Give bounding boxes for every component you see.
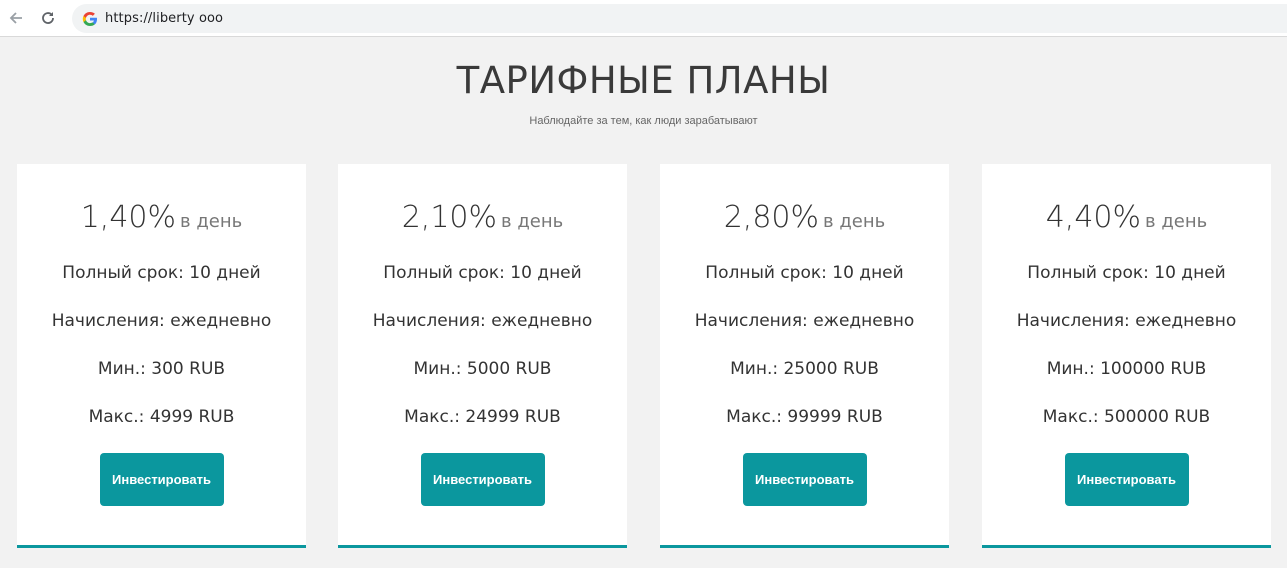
invest-button[interactable]: Инвестировать xyxy=(99,453,224,506)
plan-max: Макс.: 99999 RUB xyxy=(726,407,883,427)
plan-rate: 2,80% в день xyxy=(660,200,949,235)
plan-max: Макс.: 4999 RUB xyxy=(88,407,235,427)
invest-button[interactable]: Инвестировать xyxy=(1064,453,1189,506)
browser-toolbar: https://liberty ooo xyxy=(0,0,1287,37)
plan-max: Макс.: 500000 RUB xyxy=(1042,407,1211,427)
rate-unit: в день xyxy=(1145,211,1208,232)
url-text[interactable]: https://liberty ooo xyxy=(105,11,223,26)
page-subtitle: Наблюдайте за тем, как люди зарабатывают xyxy=(529,115,758,127)
rate-unit: в день xyxy=(501,211,564,232)
plan-accrual: Начисления: ежедневно xyxy=(694,311,915,331)
plan-rate: 2,10% в день xyxy=(338,200,627,235)
plan-term: Полный срок: 10 дней xyxy=(705,263,904,283)
invest-button[interactable]: Инвестировать xyxy=(420,453,545,506)
rate-value: 2,80% xyxy=(723,200,820,235)
plan-min: Мин.: 25000 RUB xyxy=(730,359,879,379)
plan-min: Мин.: 100000 RUB xyxy=(1046,359,1207,379)
plan-card: 4,40% в день Полный срок: 10 дней Начисле… xyxy=(982,164,1271,548)
page-title: ТАРИФНЫЕ ПЛАНЫ xyxy=(456,59,831,102)
plan-min: Мин.: 300 RUB xyxy=(97,359,226,379)
rate-value: 1,40% xyxy=(80,200,177,235)
plan-term: Полный срок: 10 дней xyxy=(62,263,261,283)
rate-unit: в день xyxy=(823,211,886,232)
plan-rate: 4,40% в день xyxy=(982,200,1271,235)
plan-card: 1,40% в день Полный срок: 10 дней Начисле… xyxy=(17,164,306,548)
plan-rate: 1,40% в день xyxy=(17,200,306,235)
plan-term: Полный срок: 10 дней xyxy=(383,263,582,283)
back-arrow-icon[interactable] xyxy=(6,8,26,28)
plan-card: 2,10% в день Полный срок: 10 дней Начисле… xyxy=(338,164,627,548)
address-bar[interactable]: https://liberty ooo xyxy=(72,4,1287,33)
plan-max: Макс.: 24999 RUB xyxy=(404,407,561,427)
rate-value: 4,40% xyxy=(1045,200,1142,235)
rate-unit: в день xyxy=(180,211,243,232)
plan-min: Мин.: 5000 RUB xyxy=(413,359,552,379)
plan-term: Полный срок: 10 дней xyxy=(1027,263,1226,283)
plan-card: 2,80% в день Полный срок: 10 дней Начисле… xyxy=(660,164,949,548)
reload-icon[interactable] xyxy=(38,8,58,28)
rate-value: 2,10% xyxy=(401,200,498,235)
plan-accrual: Начисления: ежедневно xyxy=(1016,311,1237,331)
invest-button[interactable]: Инвестировать xyxy=(742,453,867,506)
plan-accrual: Начисления: ежедневно xyxy=(372,311,593,331)
google-icon xyxy=(82,12,97,26)
plan-accrual: Начисления: ежедневно xyxy=(51,311,272,331)
